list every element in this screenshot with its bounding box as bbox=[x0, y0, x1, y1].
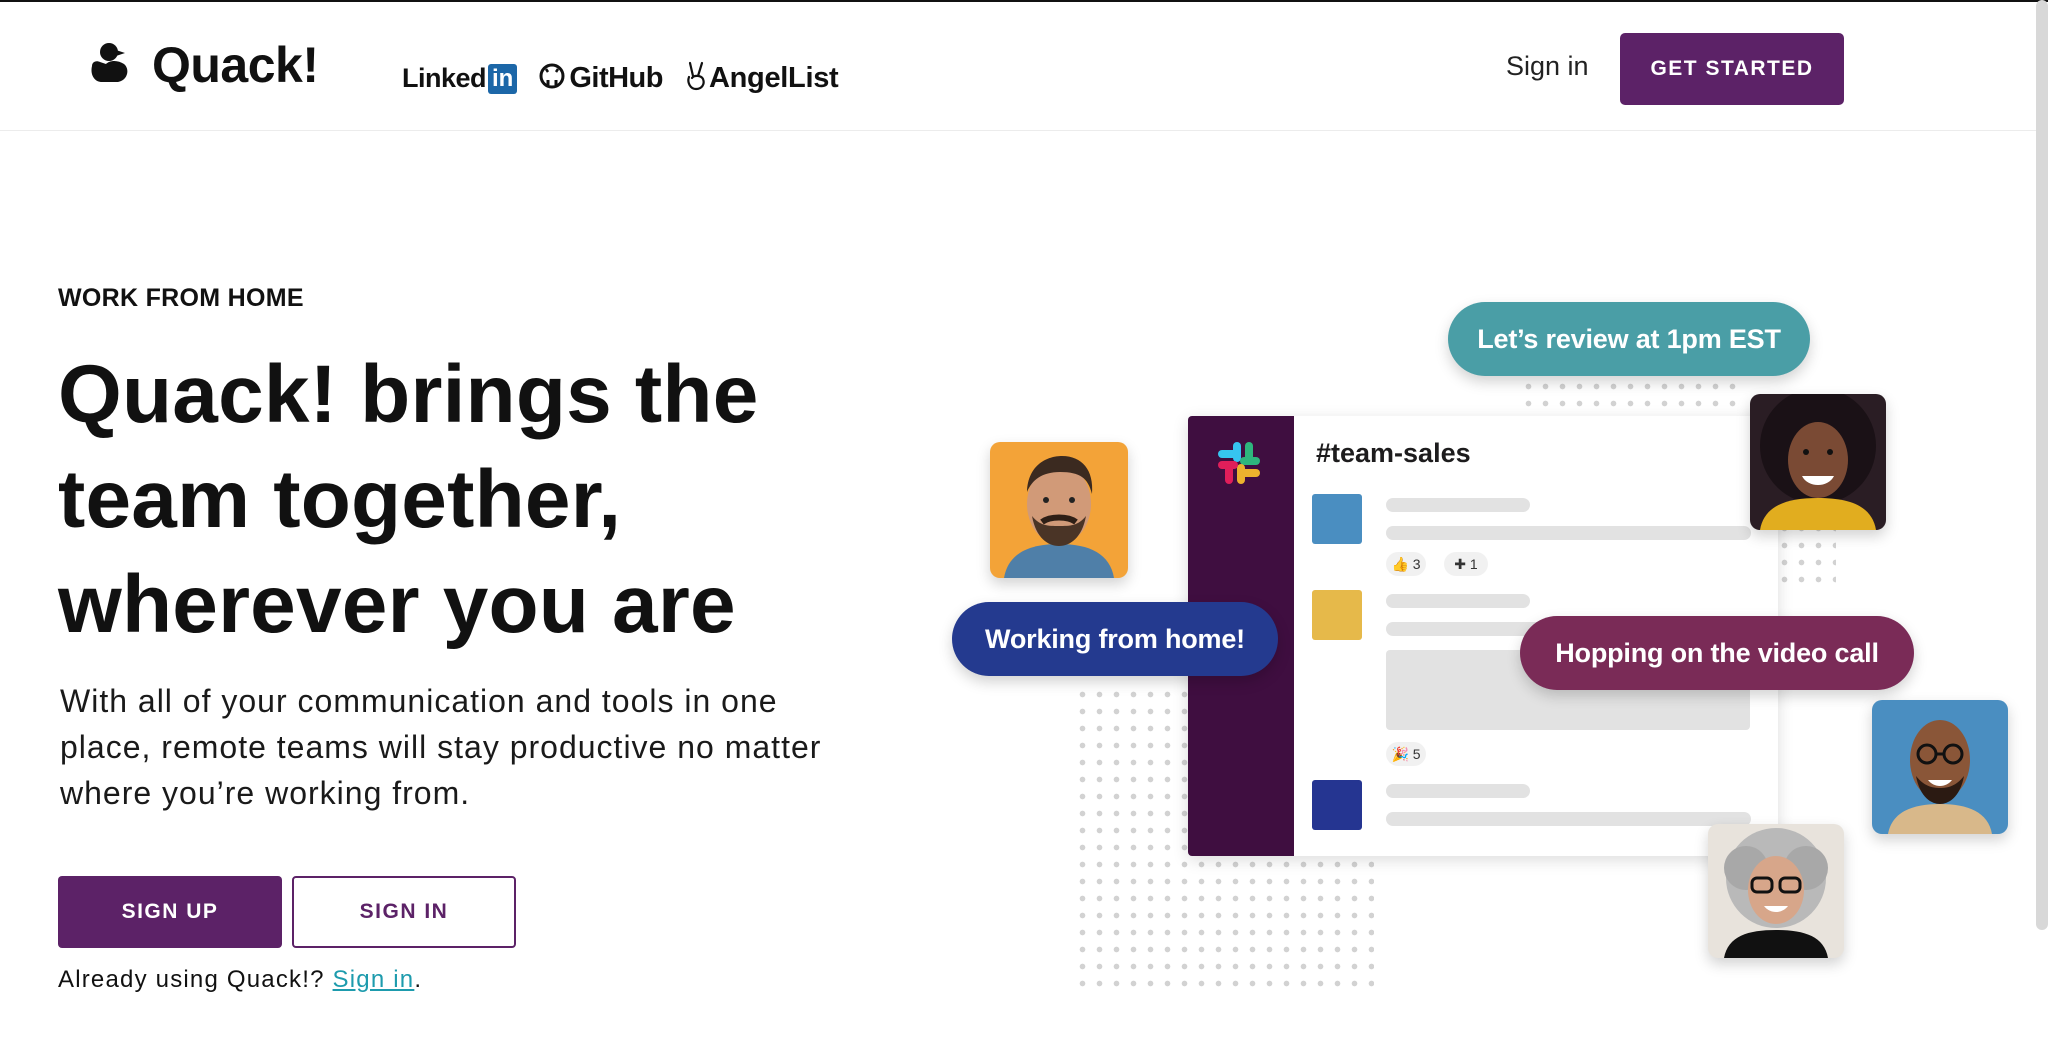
partner-logos: Linked in GitHub AngelList bbox=[402, 60, 860, 97]
sign-in-button[interactable]: SIGN IN bbox=[292, 876, 516, 948]
angellist-logo: AngelList bbox=[685, 60, 839, 97]
avatar-man-glasses bbox=[1872, 700, 2008, 834]
site-header: Quack! Linked in GitHub AngelList Sign i… bbox=[0, 2, 2048, 131]
chat-bubble-review: Let’s review at 1pm EST bbox=[1448, 302, 1810, 376]
duck-icon bbox=[88, 40, 134, 91]
eyebrow: WORK FROM HOME bbox=[58, 284, 304, 312]
reaction-thumbs[interactable]: 👍 3 bbox=[1386, 552, 1426, 576]
message-avatar bbox=[1312, 590, 1362, 640]
chat-bubble-working-from-home: Working from home! bbox=[952, 602, 1278, 676]
linkedin-text: Linked bbox=[402, 63, 487, 93]
github-text: GitHub bbox=[569, 62, 663, 94]
avatar-woman-smiling bbox=[1750, 394, 1886, 530]
logo[interactable]: Quack! bbox=[88, 36, 319, 94]
github-logo: GitHub bbox=[539, 62, 663, 95]
already-suffix: . bbox=[414, 966, 423, 993]
reaction-party[interactable]: 🎉 5 bbox=[1386, 742, 1426, 766]
placeholder-line bbox=[1386, 498, 1530, 512]
dot-pattern bbox=[1776, 520, 1836, 590]
placeholder-line bbox=[1386, 526, 1751, 540]
scrollbar[interactable] bbox=[2036, 0, 2048, 930]
avatar-man-beard bbox=[990, 442, 1128, 578]
placeholder-line bbox=[1386, 784, 1530, 798]
already-sign-in-link[interactable]: Sign in bbox=[333, 966, 415, 993]
angellist-icon bbox=[685, 60, 707, 97]
message-avatar bbox=[1312, 494, 1362, 544]
message-avatar bbox=[1312, 780, 1362, 830]
placeholder-line bbox=[1386, 812, 1751, 826]
chat-bubble-video-call: Hopping on the video call bbox=[1520, 616, 1914, 690]
linkedin-logo: Linked in bbox=[402, 63, 518, 94]
already-using-text: Already using Quack!? Sign in. bbox=[58, 966, 422, 994]
reaction-plus[interactable]: ✚ 1 bbox=[1444, 552, 1488, 576]
placeholder-line bbox=[1386, 594, 1530, 608]
get-started-button[interactable]: GET STARTED bbox=[1620, 33, 1844, 105]
dot-pattern bbox=[1520, 378, 1740, 416]
angellist-text: AngelList bbox=[709, 62, 839, 94]
avatar-woman-gray-hair bbox=[1708, 824, 1844, 958]
github-icon bbox=[539, 63, 565, 94]
page-title: Quack! brings the team together, whereve… bbox=[58, 349, 759, 650]
header-sign-in-link[interactable]: Sign in bbox=[1506, 51, 1589, 82]
channel-name: #team-sales bbox=[1316, 438, 1471, 468]
slack-logo-icon bbox=[1214, 438, 1264, 493]
hero-subtext: With all of your communication and tools… bbox=[60, 683, 822, 811]
logo-text: Quack! bbox=[152, 37, 319, 93]
linkedin-box: in bbox=[488, 63, 518, 94]
already-prefix: Already using Quack!? bbox=[58, 966, 333, 993]
sign-up-button[interactable]: SIGN UP bbox=[58, 876, 282, 948]
